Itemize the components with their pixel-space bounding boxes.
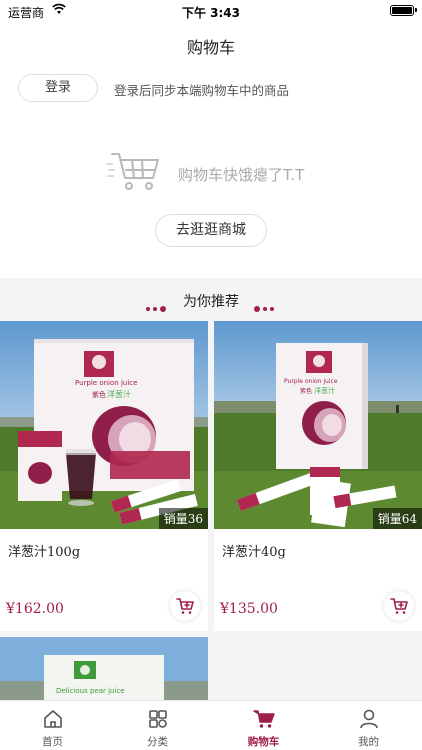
box-en-label: Delicious pear juice	[56, 687, 125, 695]
add-cart-icon	[176, 598, 194, 614]
tab-label: 我的	[358, 736, 379, 748]
profile-icon	[360, 709, 378, 729]
battery-icon	[390, 5, 417, 16]
box-en-label: Purple onion juice	[284, 378, 338, 385]
recommend-title: 为你推荐	[183, 294, 239, 310]
add-cart-icon	[390, 598, 408, 614]
tab-label: 购物车	[247, 736, 280, 748]
nav-bar: 购物车	[0, 24, 422, 66]
box-cn-label: 洋葱汁	[107, 389, 131, 399]
product-card[interactable]: Purple onion juice 紫色 洋葱汁	[214, 321, 422, 631]
product-card[interactable]: Purple onion juice 紫色 洋葱汁	[0, 321, 208, 631]
add-to-cart-button[interactable]	[384, 591, 414, 621]
product-price: ¥162.00	[6, 601, 64, 617]
product-name[interactable]: 洋葱汁40g	[222, 541, 286, 560]
status-bar: 运营商 下午 3:43	[0, 0, 422, 24]
cart-page: 运营商 下午 3:43 购物车 登录 登录后同步本端购物车中的商品 购物车快饿瘪…	[0, 0, 422, 750]
login-hint: 登录后同步本端购物车中的商品	[114, 83, 290, 98]
box-color-label: 紫色	[92, 390, 106, 399]
sales-badge: 销量64	[372, 508, 422, 529]
product-image[interactable]: Purple onion juice 紫色 洋葱汁	[214, 321, 422, 529]
box-en-label: Purple onion juice	[75, 379, 137, 387]
product-card[interactable]: Delicious pear juice	[0, 637, 208, 700]
product-name[interactable]: 洋葱汁100g	[8, 541, 80, 560]
tab-profile[interactable]: 我的	[316, 701, 421, 750]
go-shopping-button[interactable]: 去逛逛商城	[155, 214, 267, 247]
empty-cart-panel: 购物车快饿瘪了T.T 去逛逛商城	[0, 116, 422, 278]
box-color-label: 紫色	[300, 387, 312, 395]
home-icon	[44, 710, 62, 728]
tab-home[interactable]: 首页	[0, 701, 105, 750]
page-title: 购物车	[186, 38, 235, 57]
box-cn-label: 洋葱汁	[314, 386, 335, 395]
category-icon	[149, 710, 167, 728]
tab-bar: 首页 分类 购物车 我的	[0, 700, 422, 750]
cart-icon	[253, 710, 275, 728]
sales-badge: 销量36	[158, 508, 208, 529]
tab-label: 首页	[42, 736, 63, 748]
add-to-cart-button[interactable]	[170, 591, 200, 621]
empty-cart-icon	[106, 153, 159, 190]
tab-category[interactable]: 分类	[105, 701, 210, 750]
clock: 下午 3:43	[181, 6, 241, 20]
decor-dots-right	[254, 298, 277, 312]
tab-cart[interactable]: 购物车	[211, 701, 316, 750]
login-row: 登录 登录后同步本端购物车中的商品	[0, 66, 422, 116]
tab-label: 分类	[147, 736, 168, 748]
product-image[interactable]: Delicious pear juice	[0, 637, 208, 700]
login-button[interactable]: 登录	[18, 74, 98, 102]
product-image[interactable]: Purple onion juice 紫色 洋葱汁	[0, 321, 208, 529]
product-price: ¥135.00	[220, 601, 278, 617]
recommend-header: 为你推荐	[0, 280, 422, 320]
empty-cart-message: 购物车快饿瘪了T.T	[178, 166, 305, 184]
